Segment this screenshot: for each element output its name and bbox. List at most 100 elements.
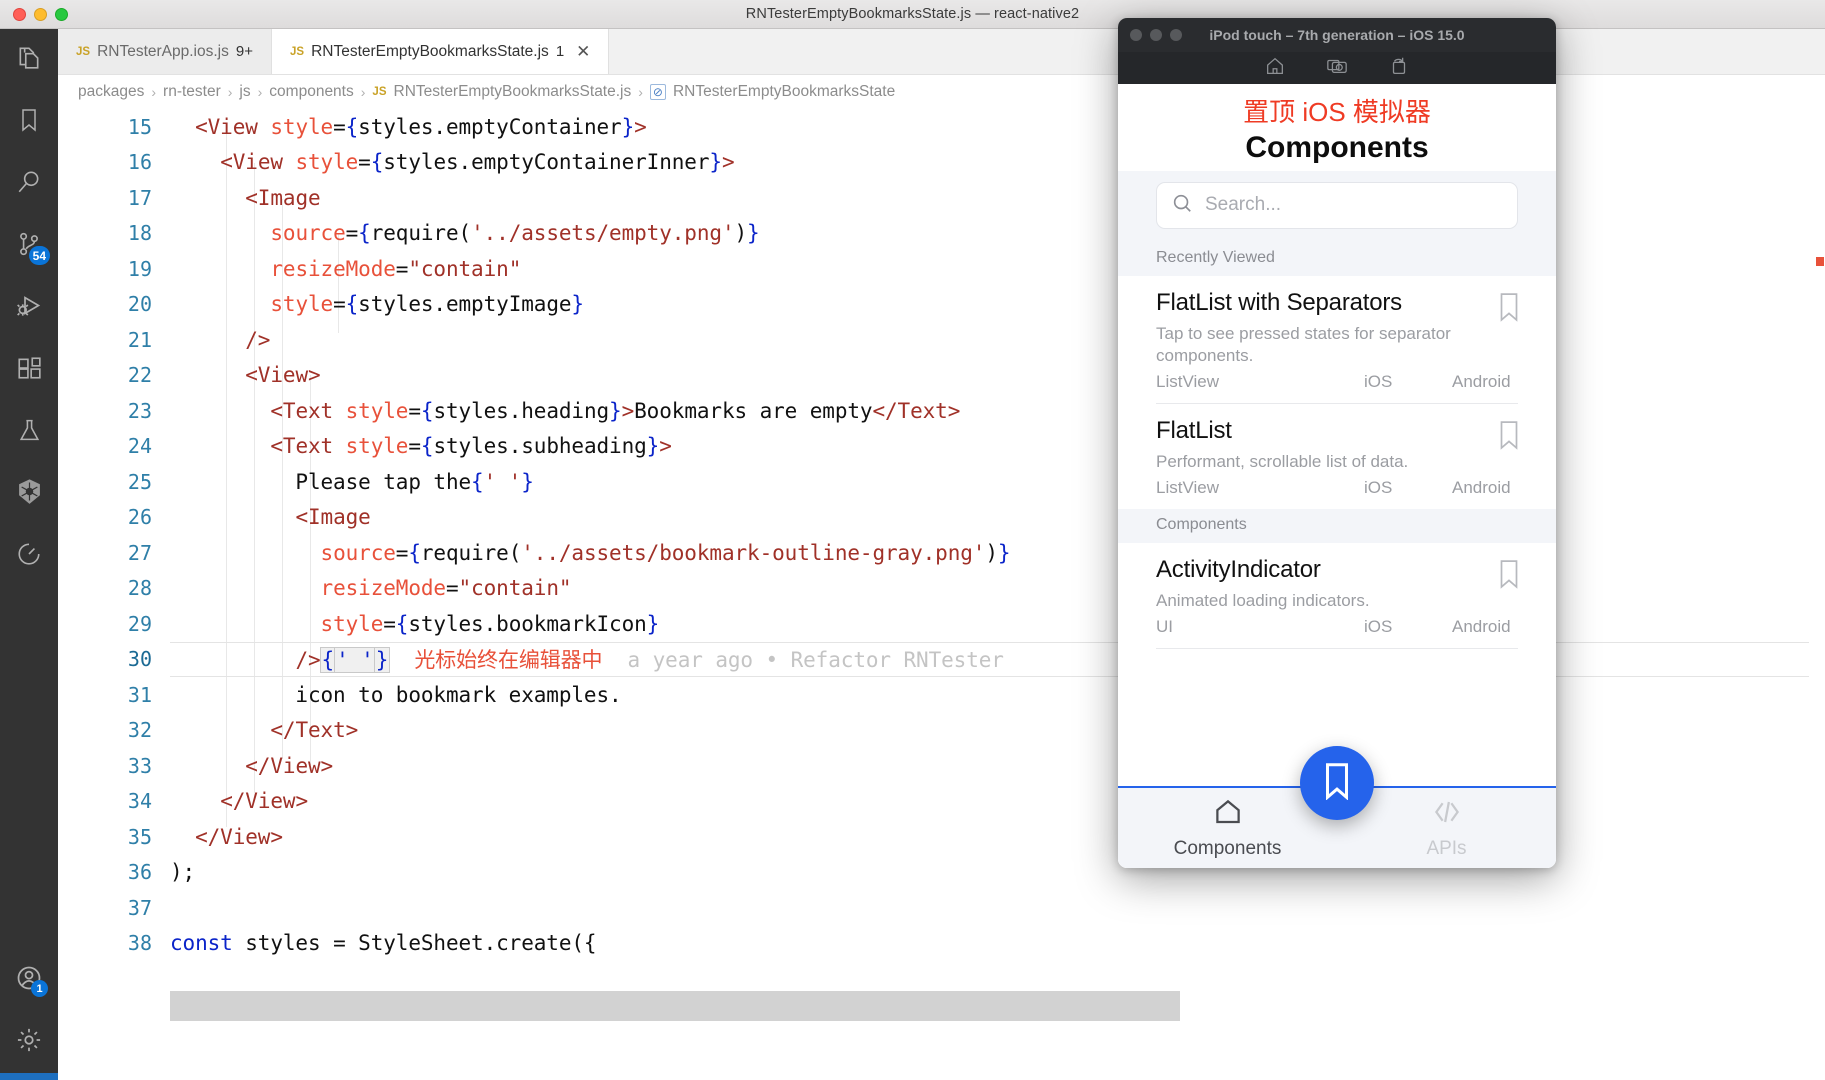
code-line[interactable]: 30 />{' '} 光标始终在编辑器中 a year ago • Refact…: [58, 641, 1825, 677]
list-item[interactable]: ActivityIndicator Animated loading indic…: [1118, 543, 1556, 648]
tab-rntesterapp-ios[interactable]: JS RNTesterApp.ios.js 9+: [58, 29, 272, 74]
sidebar-item-source-control[interactable]: 54: [0, 215, 58, 277]
code-line[interactable]: 20 style={styles.emptyImage}: [58, 287, 1825, 323]
sidebar-item-settings[interactable]: [0, 1011, 58, 1073]
breadcrumb-item-rn-tester[interactable]: rn-tester: [163, 83, 221, 101]
code-editor[interactable]: 15 <View style={styles.emptyContainer}> 1…: [58, 109, 1825, 1073]
line-number: 27: [127, 540, 152, 565]
search-input[interactable]: Search...: [1156, 181, 1518, 229]
code-line[interactable]: 38 const styles = StyleSheet.create({: [58, 926, 1825, 962]
sidebar-item-explorer[interactable]: [0, 29, 58, 91]
bookmark-outline-icon[interactable]: [1496, 420, 1522, 455]
activity-bar: 54 1: [0, 29, 58, 1073]
simulator-title: iPod touch – 7th generation – iOS 15.0: [1209, 27, 1465, 43]
sidebar-item-search[interactable]: [0, 153, 58, 215]
code-token: >: [721, 150, 735, 175]
sidebar-item-bookmarks[interactable]: [0, 91, 58, 153]
code-line[interactable]: 18 source={require('../assets/empty.png'…: [58, 216, 1825, 252]
line-number: 20: [127, 292, 152, 317]
bookmark-outline-icon[interactable]: [1496, 292, 1522, 327]
code-line[interactable]: 33 </View>: [58, 748, 1825, 784]
code-line[interactable]: 19 resizeMode="contain": [58, 251, 1825, 287]
code-line-text: icon to bookmark examples.: [170, 683, 621, 707]
code-token: >: [659, 434, 672, 459]
code-line[interactable]: 34 </View>: [58, 784, 1825, 820]
code-line[interactable]: 23 <Text style={styles.heading}>Bookmark…: [58, 393, 1825, 429]
code-line[interactable]: 37: [58, 890, 1825, 926]
code-token: <Text: [270, 398, 346, 423]
code-line[interactable]: 27 source={require('../assets/bookmark-o…: [58, 535, 1825, 571]
code-token: ' ': [334, 647, 376, 674]
code-line-text: />: [170, 328, 270, 352]
rotate-icon[interactable]: [1388, 55, 1410, 82]
ios-simulator-window[interactable]: iPod touch – 7th generation – iOS 15.0 置…: [1118, 18, 1556, 868]
tab-label: RNTesterApp.ios.js: [97, 42, 229, 60]
code-token: }: [709, 150, 722, 175]
bookmark-outline-icon[interactable]: [1496, 559, 1522, 594]
js-file-icon: JS: [372, 86, 387, 98]
code-line[interactable]: 31 icon to bookmark examples.: [58, 677, 1825, 713]
code-line[interactable]: 36);: [58, 855, 1825, 891]
code-token: <View>: [245, 363, 321, 388]
code-token: </View>: [220, 789, 308, 814]
code-token: styles.emptyContainerInner: [383, 150, 710, 175]
code-line[interactable]: 22 <View>: [58, 358, 1825, 394]
list-item-description: Tap to see pressed states for separator …: [1156, 323, 1451, 366]
sidebar-item-accounts[interactable]: 1: [0, 949, 58, 1011]
close-icon[interactable]: ✕: [576, 43, 590, 60]
sidebar-item-timeline[interactable]: [0, 525, 58, 587]
code-line[interactable]: 24 <Text style={styles.subheading}>: [58, 429, 1825, 465]
code-line[interactable]: 35 </View>: [58, 819, 1825, 855]
bookmark-fab-button[interactable]: [1300, 746, 1374, 820]
list-separator: [1156, 648, 1518, 650]
breadcrumb-item-packages[interactable]: packages: [78, 83, 144, 101]
code-line[interactable]: 29 style={styles.bookmarkIcon}: [58, 606, 1825, 642]
code-line[interactable]: 21 />: [58, 322, 1825, 358]
code-line[interactable]: 26 <Image: [58, 500, 1825, 536]
code-line[interactable]: 16 <View style={styles.emptyContainerInn…: [58, 145, 1825, 181]
code-line[interactable]: 32 </Text>: [58, 713, 1825, 749]
breadcrumb: packages › rn-tester › js › components ›…: [58, 75, 1825, 109]
code-token: </View>: [245, 753, 334, 778]
search-icon: [16, 169, 42, 200]
code-token: {: [345, 292, 359, 317]
kubernetes-icon: [16, 478, 43, 510]
breadcrumb-item-components[interactable]: components: [269, 83, 353, 101]
code-token: );: [170, 860, 196, 885]
camera-icon[interactable]: [1326, 55, 1348, 82]
code-line[interactable]: 15 <View style={styles.emptyContainer}>: [58, 109, 1825, 145]
breadcrumb-item-js[interactable]: js: [239, 83, 250, 101]
editor-scrollbar[interactable]: [1809, 109, 1825, 1073]
code-token: </Text>: [270, 718, 359, 743]
sidebar-item-extensions[interactable]: [0, 339, 58, 401]
simulator-titlebar: iPod touch – 7th generation – iOS 15.0: [1118, 18, 1556, 52]
simulator-screen[interactable]: 置顶 iOS 模拟器 Components Search... Recently…: [1118, 84, 1556, 868]
sidebar-item-run-and-debug[interactable]: [0, 277, 58, 339]
sidebar-item-kubernetes[interactable]: [0, 463, 58, 525]
list-item[interactable]: FlatList with Separators Tap to see pres…: [1118, 276, 1556, 404]
tab-rntesteremptybookmarksstate[interactable]: JS RNTesterEmptyBookmarksState.js 1 ✕: [271, 29, 610, 74]
home-icon[interactable]: [1264, 55, 1286, 82]
line-number: 35: [127, 824, 152, 849]
code-token: }: [521, 469, 534, 494]
code-token: <View: [195, 114, 271, 139]
code-line[interactable]: 25 Please tap the{' '}: [58, 464, 1825, 500]
code-line[interactable]: 17 <Image: [58, 180, 1825, 216]
code-token: '../assets/empty.png': [471, 221, 735, 246]
list-item[interactable]: FlatList Performant, scrollable list of …: [1118, 404, 1556, 509]
sidebar-item-testing[interactable]: [0, 401, 58, 463]
code-token: {: [395, 611, 409, 636]
code-token: </Text>: [872, 398, 961, 423]
code-token: {: [420, 398, 434, 423]
code-line[interactable]: 28 resizeMode="contain": [58, 571, 1825, 607]
code-token: styles.emptyContainer: [358, 114, 622, 139]
breadcrumb-item-file[interactable]: RNTesterEmptyBookmarksState.js: [394, 83, 632, 101]
code-line-text: <Image: [170, 505, 370, 529]
breadcrumb-item-symbol[interactable]: RNTesterEmptyBookmarksState: [673, 83, 895, 101]
list-item-description: Animated loading indicators.: [1156, 591, 1370, 611]
chevron-right-icon: ›: [227, 84, 233, 100]
bookmark-filled-icon: [1320, 762, 1354, 805]
